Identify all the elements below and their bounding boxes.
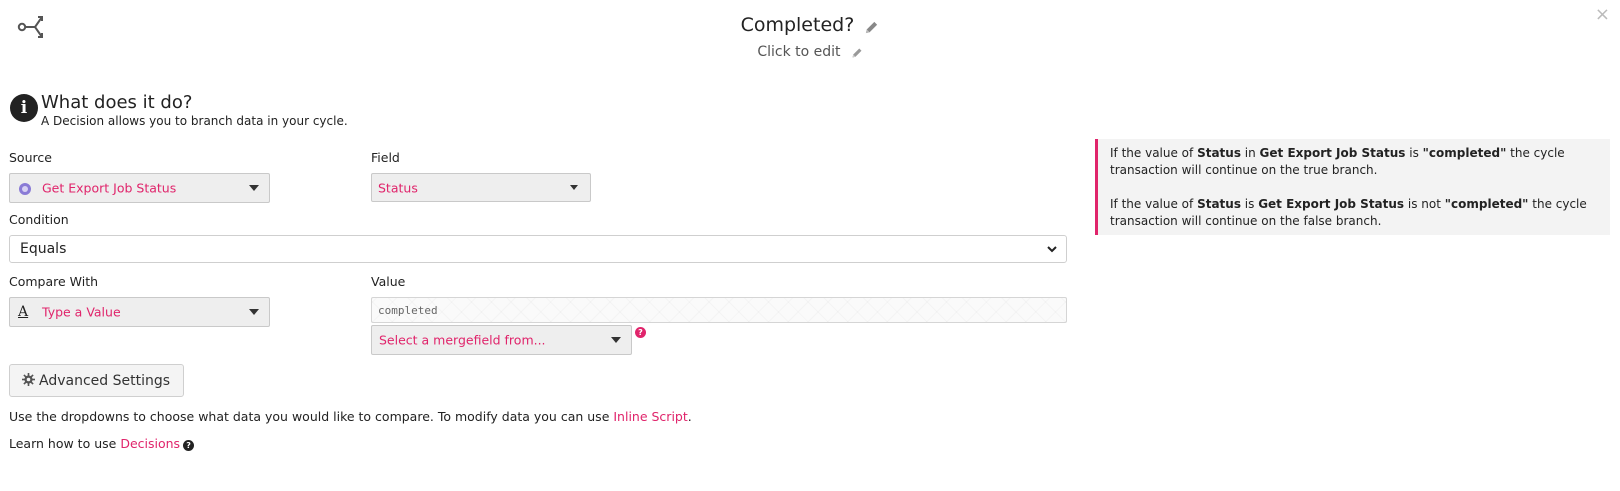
source-select[interactable]: Get Export Job Status [9, 173, 270, 203]
source-value: Get Export Job Status [42, 180, 177, 196]
help-text-learn: Learn how to use Decisions? [9, 436, 195, 451]
summary-text: in [1240, 146, 1260, 160]
advanced-settings-button[interactable]: Advanced Settings [9, 364, 184, 397]
compare-with-select[interactable]: A Type a Value [9, 297, 270, 327]
condition-value: Equals [20, 241, 67, 257]
summary-text: is not [1404, 197, 1445, 211]
source-label: Source [9, 150, 52, 165]
pencil-icon[interactable] [864, 20, 879, 35]
help-text: Learn how to use [9, 436, 121, 451]
help-icon[interactable]: ? [183, 440, 195, 451]
compare-with-value: Type a Value [42, 304, 121, 320]
subtitle-edit[interactable]: Click to edit [757, 44, 840, 60]
mergefield-placeholder: Select a mergefield from... [379, 332, 546, 348]
gear-icon [22, 372, 35, 386]
pencil-icon[interactable] [851, 47, 863, 59]
condition-label: Condition [9, 212, 69, 227]
summary-field: Status [1197, 146, 1241, 160]
help-icon[interactable]: ? [635, 327, 646, 338]
summary-source: Get Export Job Status [1259, 146, 1406, 160]
field-select[interactable]: Status [371, 173, 591, 202]
summary-value: "completed" [1444, 197, 1529, 211]
condition-select[interactable]: Equals [9, 235, 1067, 263]
caret-down-icon [249, 185, 259, 191]
text-a-icon: A [18, 304, 29, 320]
field-value: Status [378, 180, 418, 195]
false-branch-summary: If the value of Status is Get Export Job… [1110, 196, 1600, 230]
compare-with-label: Compare With [9, 274, 99, 289]
summary-value: "completed" [1422, 146, 1507, 160]
subtitle-row: Click to edit [0, 44, 1620, 60]
caret-down-icon [570, 184, 578, 190]
caret-down-icon [611, 337, 621, 343]
title-row: Completed? [0, 14, 1620, 36]
summary-text: If the value of [1110, 197, 1198, 211]
value-input[interactable] [371, 297, 1067, 323]
inline-script-link[interactable]: Inline Script [613, 409, 687, 424]
help-text: Use the dropdowns to choose what data yo… [9, 409, 614, 424]
chevron-down-icon [1047, 246, 1057, 253]
summary-text: If the value of [1110, 146, 1198, 160]
field-label: Field [371, 150, 400, 165]
section-heading: What does it do? [41, 92, 193, 113]
summary-panel: If the value of Status in Get Export Job… [1095, 139, 1610, 235]
summary-text: is [1405, 146, 1423, 160]
advanced-settings-label: Advanced Settings [39, 372, 171, 389]
summary-field: Status [1197, 197, 1241, 211]
caret-down-icon [249, 309, 259, 315]
page-title[interactable]: Completed? [741, 14, 855, 36]
close-icon[interactable]: × [1595, 6, 1610, 24]
true-branch-summary: If the value of Status in Get Export Job… [1110, 145, 1600, 179]
summary-source: Get Export Job Status [1258, 197, 1405, 211]
help-text-end: . [687, 409, 692, 424]
summary-text: is [1240, 197, 1259, 211]
value-label: Value [371, 274, 406, 289]
info-icon: i [10, 94, 38, 122]
help-text-compare: Use the dropdowns to choose what data yo… [9, 409, 692, 424]
app-icon [19, 183, 31, 195]
mergefield-select[interactable]: Select a mergefield from... [371, 325, 632, 355]
section-description: A Decision allows you to branch data in … [41, 114, 348, 128]
decisions-link[interactable]: Decisions [120, 436, 180, 451]
